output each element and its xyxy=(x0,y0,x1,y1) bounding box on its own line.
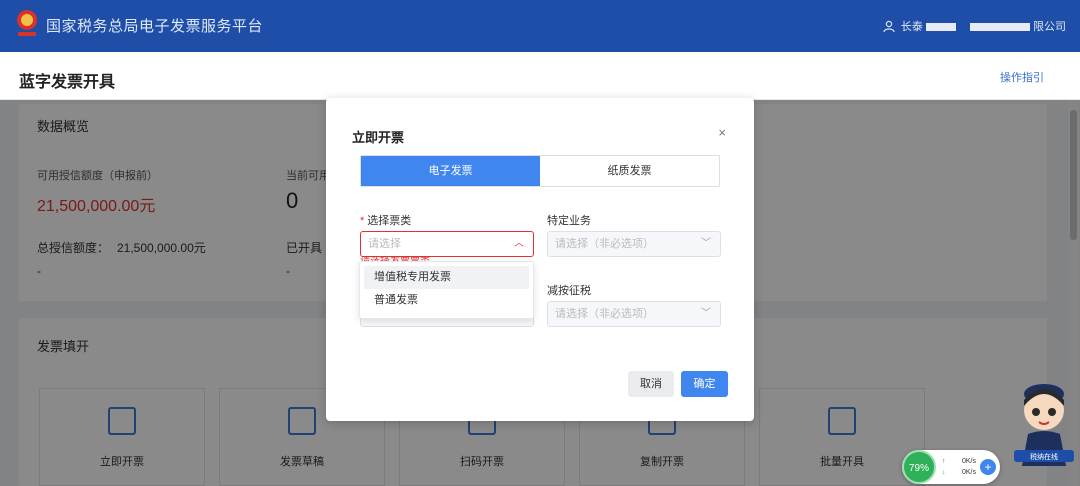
redacted-block xyxy=(925,23,956,32)
tab-paper-invoice[interactable]: 纸质发票 xyxy=(540,156,719,186)
upload-arrow-icon: ↑ xyxy=(942,458,946,465)
special-business-placeholder: 请选择（非必选项） xyxy=(555,238,654,250)
download-arrow-icon: ↓ xyxy=(942,469,946,476)
top-navigation-bar: 国家税务总局电子发票服务平台 长泰 限公司 xyxy=(0,0,1080,52)
chevron-down-icon: ﹀ xyxy=(701,308,711,319)
redacted-block xyxy=(969,23,1030,32)
invoice-type-dropdown: 增值税专用发票 普通发票 xyxy=(359,261,534,319)
invoice-type-label-text: 选择票类 xyxy=(367,215,412,227)
user-icon xyxy=(883,20,895,32)
page-title: 蓝字发票开具 xyxy=(19,74,116,91)
network-speed-widget[interactable]: 79% ↑ 0K/s ↓ 0K/s + xyxy=(902,450,1000,484)
upload-speed: 0K/s xyxy=(962,458,977,465)
cpu-usage-indicator: 79% xyxy=(902,450,936,484)
user-name-wrap[interactable]: 长泰 xyxy=(883,18,956,34)
app-title: 国家税务总局电子发票服务平台 xyxy=(46,18,264,35)
invoice-type-placeholder: 请选择 xyxy=(368,238,401,250)
option-ordinary-invoice[interactable]: 普通发票 xyxy=(364,289,529,312)
tab-electronic-invoice[interactable]: 电子发票 xyxy=(361,156,540,186)
special-business-label: 特定业务 xyxy=(547,215,591,227)
required-marker: * xyxy=(360,215,365,227)
user-info[interactable]: 长泰 限公司 xyxy=(883,18,1066,34)
chevron-up-icon: ︿ xyxy=(514,238,524,249)
user-name: 长泰 xyxy=(900,21,923,33)
invoice-medium-tabs: 电子发票 纸质发票 xyxy=(360,155,720,187)
download-speed: 0K/s xyxy=(962,469,977,476)
tax-reduction-placeholder: 请选择（非必选项） xyxy=(555,308,654,320)
tax-reduction-select[interactable]: 请选择（非必选项） ﹀ xyxy=(547,301,721,327)
option-vat-special-invoice[interactable]: 增值税专用发票 xyxy=(364,266,529,289)
close-icon[interactable]: × xyxy=(718,125,726,140)
confirm-button[interactable]: 确定 xyxy=(681,371,728,397)
operation-guide-link[interactable]: 操作指引 xyxy=(1000,69,1044,85)
instant-invoice-dialog: 立即开票 × 电子发票 纸质发票 * 选择票类 请选择 ︿ 请选择发票票类 特定业… xyxy=(326,98,754,421)
chevron-down-icon: ﹀ xyxy=(701,238,711,249)
company-name: 限公司 xyxy=(1033,21,1066,33)
add-icon[interactable]: + xyxy=(980,459,996,475)
tax-reduction-label: 减按征税 xyxy=(547,285,591,297)
invoice-type-label: * 选择票类 xyxy=(360,212,411,228)
invoice-type-select[interactable]: 请选择 ︿ xyxy=(360,231,534,257)
page-header: 蓝字发票开具 操作指引 xyxy=(0,52,1080,100)
dialog-title: 立即开票 xyxy=(352,130,405,145)
special-business-select[interactable]: 请选择（非必选项） ﹀ xyxy=(547,231,721,257)
tax-assistant-mascot-icon[interactable]: 税纳在线 xyxy=(1012,376,1076,468)
mascot-label: 税纳在线 xyxy=(1030,452,1058,461)
cancel-button[interactable]: 取消 xyxy=(628,371,674,397)
tax-emblem-logo xyxy=(17,10,37,36)
company-name-wrap[interactable]: 限公司 xyxy=(969,18,1066,34)
